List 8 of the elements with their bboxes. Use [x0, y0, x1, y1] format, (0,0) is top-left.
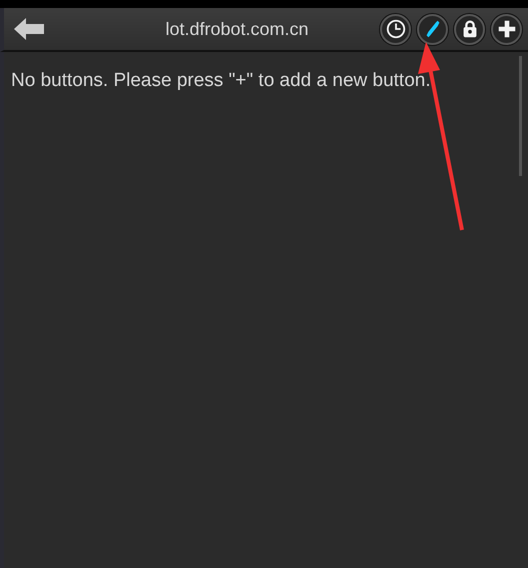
add-button[interactable] [491, 14, 522, 44]
back-button[interactable] [14, 18, 44, 40]
lock-button[interactable] [454, 14, 485, 44]
timer-button[interactable] [380, 14, 411, 44]
clock-icon [384, 18, 406, 40]
empty-message: No buttons. Please press "+" to add a new button. [10, 69, 432, 92]
page-title: lot.dfrobot.com.cn [164, 18, 310, 40]
connection-button[interactable] [417, 14, 448, 44]
